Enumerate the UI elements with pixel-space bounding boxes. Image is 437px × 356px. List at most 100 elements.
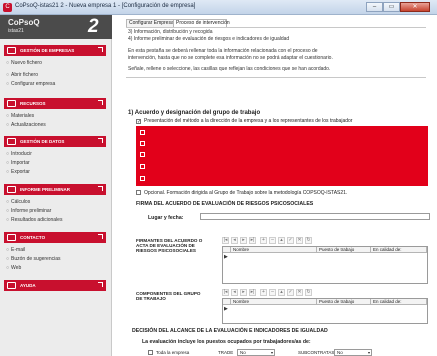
col-nombre[interactable]: Nombre — [231, 247, 317, 253]
close-button[interactable]: ✕ — [400, 2, 430, 12]
last-record-icon[interactable]: ▸| — [249, 289, 256, 296]
checkbox[interactable] — [140, 164, 145, 169]
intro-line: 4) Informe preliminar de evaluación de r… — [128, 36, 290, 42]
section-label: AYUDA — [20, 283, 36, 288]
first-record-icon[interactable]: |◂ — [222, 237, 229, 244]
firmantes-grid[interactable]: Nombre Puesto de trabajo En calidad de: … — [222, 246, 428, 284]
lugar-label: Lugar y fecha: — [148, 215, 184, 221]
add-record-icon[interactable]: + — [260, 289, 267, 296]
section-label: CONTACTO — [20, 235, 46, 240]
corner-arrow-icon — [98, 47, 103, 52]
add-record-icon[interactable]: + — [260, 237, 267, 244]
post-record-icon[interactable]: ✓ — [287, 237, 294, 244]
book-icon — [7, 100, 16, 107]
next-record-icon[interactable]: ▸ — [240, 289, 247, 296]
contact-icon — [7, 234, 16, 241]
tab-configurar-empresa[interactable]: Configurar Empresa — [126, 19, 174, 27]
section-gestion-datos[interactable]: GESTIÓN DE DATOS — [4, 136, 106, 147]
sidebar-item-introducir[interactable]: ○ Introducir — [6, 151, 32, 157]
checkbox-presentacion[interactable]: ✓ Presentación del método a la dirección … — [136, 118, 352, 125]
checkbox[interactable] — [148, 350, 153, 355]
intro-line: Señale, rellene o seleccione, las casill… — [128, 66, 331, 72]
col-puesto[interactable]: Puesto de trabajo — [317, 247, 371, 253]
maximize-button[interactable]: ▭ — [383, 2, 400, 12]
chevron-down-icon: ▾ — [270, 350, 273, 355]
edit-record-icon[interactable]: ▴ — [278, 237, 285, 244]
logo: CoPsoQ istas21 2 — [0, 15, 112, 39]
tab-proceso-intervencion[interactable]: Proceso de intervención — [173, 19, 230, 27]
checkbox-toda-empresa[interactable]: Toda la empresa — [148, 350, 189, 355]
componentes-label: COMPONENTES DEL GRUPO DE TRABAJO — [136, 291, 201, 301]
section-label: GESTIÓN DE EMPRESAS — [20, 48, 75, 53]
sidebar-item-actualizaciones[interactable]: ○ Actualizaciones — [6, 122, 46, 128]
corner-arrow-icon — [98, 282, 103, 287]
delete-record-icon[interactable]: – — [269, 289, 276, 296]
report-icon — [7, 186, 16, 193]
edit-record-icon[interactable]: ▴ — [278, 289, 285, 296]
logo-subtext: istas21 — [8, 28, 24, 34]
checkbox-checked[interactable]: ✓ — [136, 119, 141, 125]
firmantes-label: FIRMANTES DEL ACUERDO O ACTA DE EVALUACI… — [136, 238, 203, 253]
cancel-record-icon[interactable]: ✕ — [296, 289, 303, 296]
section-label: GESTIÓN DE DATOS — [20, 139, 65, 144]
ett-select[interactable]: No ▾ — [237, 349, 275, 356]
refresh-icon[interactable]: ↻ — [305, 289, 312, 296]
col-calidad[interactable]: En calidad de: — [371, 247, 427, 253]
section-title: 1) Acuerdo y designación del grupo de tr… — [128, 110, 261, 116]
section-ayuda[interactable]: AYUDA — [4, 280, 106, 291]
building-icon — [7, 47, 16, 54]
checkbox[interactable] — [140, 176, 145, 181]
grid-indicator-header — [223, 247, 231, 253]
componentes-grid[interactable]: Nombre Puesto de trabajo En calidad de: … — [222, 298, 428, 324]
logo-text: CoPsoQ — [8, 18, 40, 27]
prev-record-icon[interactable]: ◂ — [231, 289, 238, 296]
col-calidad[interactable]: En calidad de: — [371, 299, 427, 305]
sidebar-item-informe-preliminar[interactable]: ○ Informe preliminar — [6, 208, 51, 214]
help-icon — [7, 282, 16, 289]
checkbox[interactable] — [140, 141, 145, 146]
next-record-icon[interactable]: ▸ — [240, 237, 247, 244]
sidebar-item-importar[interactable]: ○ Importar — [6, 160, 30, 166]
sidebar-item-nuevo-fichero[interactable]: ○ Nuevo fichero — [6, 60, 42, 66]
logo-number: 2 — [88, 16, 99, 37]
sidebar-item-web[interactable]: ○ Web — [6, 265, 21, 271]
corner-arrow-icon — [98, 234, 103, 239]
sidebar-item-abrir-fichero[interactable]: ○ Abrir fichero — [6, 72, 38, 78]
window-title: CoPsoQ-istas21 2 - Nueva empresa 1 - [Co… — [15, 3, 196, 9]
prev-record-icon[interactable]: ◂ — [231, 237, 238, 244]
col-puesto[interactable]: Puesto de trabajo — [317, 299, 371, 305]
minimize-button[interactable]: – — [366, 2, 383, 12]
grid-indicator-header — [223, 299, 231, 305]
checkbox[interactable] — [140, 152, 145, 157]
sidebar-item-email[interactable]: ○ E-mail — [6, 247, 25, 253]
section-recursos[interactable]: RECURSOS — [4, 98, 106, 109]
sidebar-item-calculos[interactable]: ○ Cálculos — [6, 199, 30, 205]
checkbox[interactable] — [136, 190, 141, 195]
section-divider — [126, 77, 426, 78]
first-record-icon[interactable]: |◂ — [222, 289, 229, 296]
alcance-subtitle: La evaluación incluye los puestos ocupad… — [142, 339, 311, 345]
cancel-record-icon[interactable]: ✕ — [296, 237, 303, 244]
chevron-down-icon: ▾ — [367, 350, 370, 355]
checkbox-opcional[interactable]: Opcional. Formación dirigida al Grupo de… — [136, 190, 347, 196]
post-record-icon[interactable]: ✓ — [287, 289, 294, 296]
section-contacto[interactable]: CONTACTO — [4, 232, 106, 243]
delete-record-icon[interactable]: – — [269, 237, 276, 244]
lugar-fecha-input[interactable] — [200, 213, 430, 220]
sidebar-item-configurar-empresa[interactable]: ○ Configurar empresa — [6, 81, 55, 87]
last-record-icon[interactable]: ▸| — [249, 237, 256, 244]
sidebar-item-resultados-adicionales[interactable]: ○ Resultados adicionales — [6, 217, 62, 223]
sidebar-item-buzon[interactable]: ○ Buzón de sugerencias — [6, 256, 61, 262]
checkbox[interactable] — [140, 130, 145, 135]
section-informe-preliminar[interactable]: INFORME PRELIMINAR — [4, 184, 106, 195]
sidebar-item-exportar[interactable]: ○ Exportar — [6, 169, 30, 175]
corner-arrow-icon — [98, 138, 103, 143]
data-icon — [7, 138, 16, 145]
sidebar-item-materiales[interactable]: ○ Materiales — [6, 113, 34, 119]
col-nombre[interactable]: Nombre — [231, 299, 317, 305]
refresh-icon[interactable]: ↻ — [305, 237, 312, 244]
intro-line: intervención, hasta que no se complete e… — [128, 55, 333, 61]
intro-line: 3) Información, distribución y recogida — [128, 29, 213, 35]
section-gestion-empresas[interactable]: GESTIÓN DE EMPRESAS — [4, 45, 106, 56]
subcontratas-select[interactable]: No ▾ — [334, 349, 372, 356]
